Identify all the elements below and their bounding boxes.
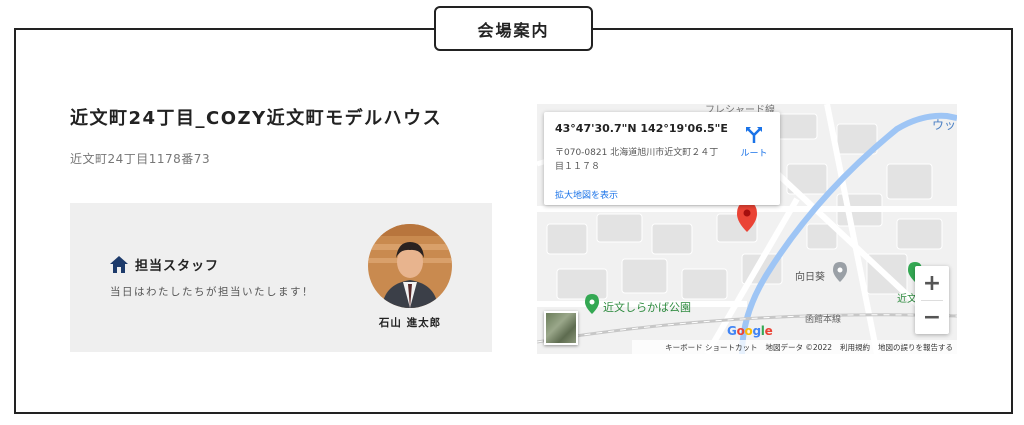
staff-description: 当日はわたしたちが担当いたします！ bbox=[110, 286, 314, 298]
venue-address: 近文町24丁目1178番73 bbox=[70, 152, 211, 166]
staff-avatar bbox=[368, 224, 452, 308]
staff-heading: 担当スタッフ bbox=[110, 255, 219, 274]
section-label: 会場案内 bbox=[434, 6, 593, 51]
satellite-toggle[interactable] bbox=[544, 311, 578, 345]
map-data-text: 地図データ ©2022 bbox=[765, 342, 832, 352]
map-label-railway: 函館本線 bbox=[805, 315, 842, 325]
zoom-in-button[interactable]: + bbox=[915, 266, 949, 300]
report-error-link[interactable]: 地図の誤りを報告する bbox=[878, 342, 953, 353]
staff-name: 石山 進太郎 bbox=[378, 317, 442, 329]
google-logo: Google bbox=[727, 324, 773, 338]
route-button[interactable]: ルート bbox=[734, 126, 774, 159]
enlarge-map-link[interactable]: 拡大地図を表示 bbox=[555, 188, 618, 201]
map-label-himawari: 向日葵 bbox=[795, 272, 825, 283]
terms-link[interactable]: 利用規約 bbox=[840, 342, 870, 353]
directions-icon bbox=[746, 127, 762, 143]
map-label-top-right: ウッ bbox=[932, 118, 957, 132]
zoom-out-button[interactable]: − bbox=[915, 300, 949, 334]
home-icon bbox=[110, 256, 128, 273]
venue-title: 近文町24丁目_COZY近文町モデルハウス bbox=[70, 108, 443, 129]
map-label-park: 近文しらかば公園 bbox=[603, 301, 691, 314]
map-coords: 43°47'30.7"N 142°19'06.5"E bbox=[555, 122, 728, 135]
map-info-card: 43°47'30.7"N 142°19'06.5"E 〒070-0821 北海道… bbox=[544, 112, 780, 205]
keyboard-shortcuts-link[interactable]: キーボード ショートカット bbox=[665, 342, 757, 353]
map-address: 〒070-0821 北海道旭川市近文町２４丁目１１７８ bbox=[555, 148, 719, 172]
map-footer: キーボード ショートカット 地図データ ©2022 利用規約 地図の誤りを報告す… bbox=[632, 340, 957, 354]
zoom-controls: + − bbox=[915, 266, 949, 334]
staff-box: 担当スタッフ 当日はわたしたちが担当いたします！ 石山 進太郎 bbox=[70, 203, 492, 352]
map-label-right: 近文 bbox=[897, 294, 917, 305]
staff-heading-text: 担当スタッフ bbox=[135, 259, 220, 274]
route-label: ルート bbox=[740, 149, 768, 159]
map-embed[interactable]: フレシャード線 ウッ 向日葵 近文しらかば公園 近文 函館本線 43°47'30… bbox=[537, 104, 957, 354]
